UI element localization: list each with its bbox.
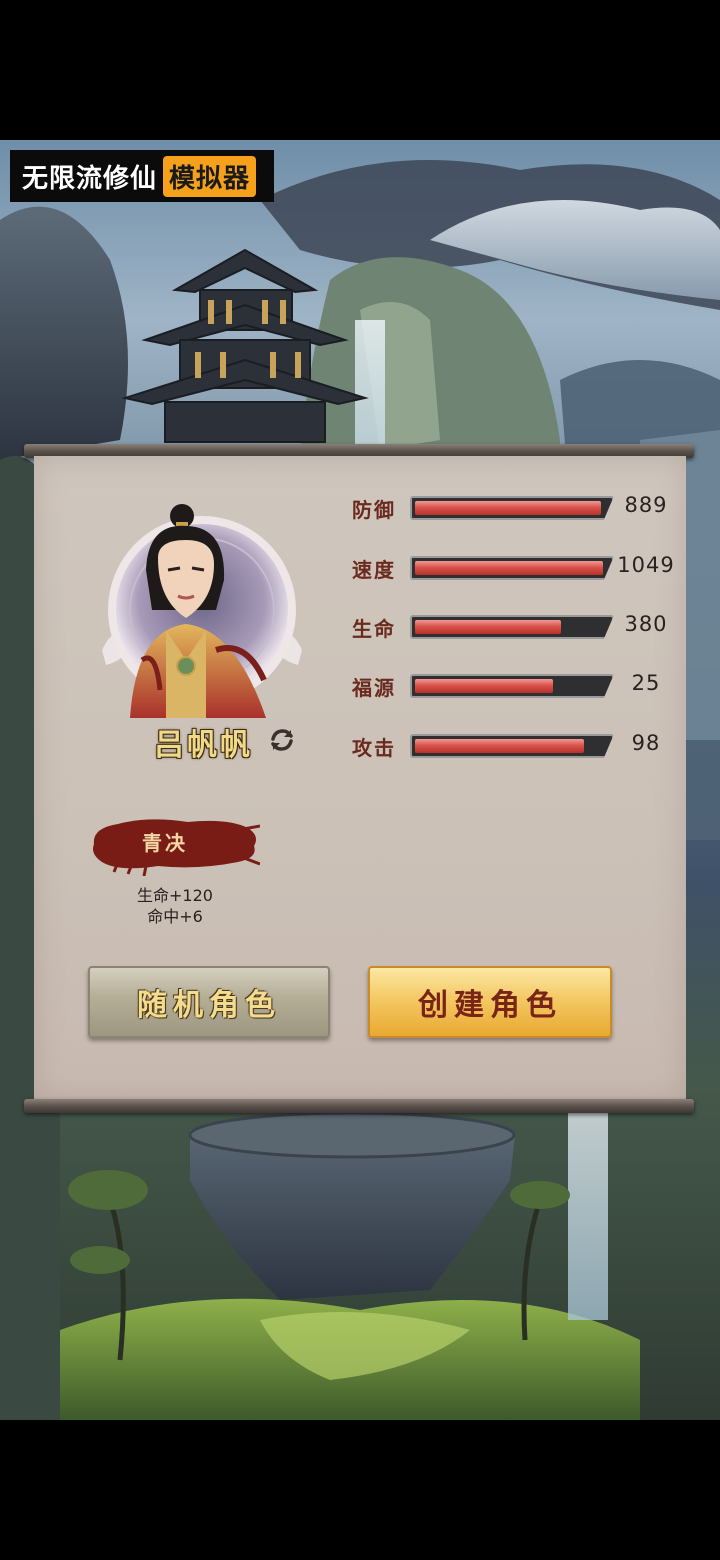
app-title-badge: 无限流修仙 模拟器: [10, 150, 274, 202]
stat-fill: [415, 739, 584, 753]
stat-bar: [410, 674, 614, 698]
scroll-rod-bottom: [24, 1099, 694, 1113]
stat-label: 攻击: [352, 736, 396, 760]
stat-fill: [415, 561, 603, 575]
stat-bar: [410, 615, 614, 639]
app-title: 无限流修仙: [22, 163, 158, 194]
stat-label: 生命: [352, 617, 396, 641]
refresh-glyph: [271, 729, 293, 751]
top-black-bar: [0, 0, 720, 140]
stat-value: 380: [624, 612, 668, 636]
app-title-tag: 模拟器: [163, 155, 257, 197]
refresh-icon[interactable]: [268, 726, 296, 754]
stat-label: 防御: [352, 498, 396, 522]
character-portrait: [96, 500, 308, 718]
trait-name: 青决: [142, 831, 188, 855]
stat-label: 速度: [352, 558, 396, 582]
stat-value: 1049: [617, 553, 675, 577]
stat-row-defense: 防御 889: [352, 490, 682, 526]
stat-label: 福源: [352, 676, 396, 700]
stat-bar: [410, 734, 614, 758]
stat-row-fortune: 福源 25: [352, 668, 682, 704]
stat-bar: [410, 496, 614, 520]
stat-row-life: 生命 380: [352, 609, 682, 645]
stat-value: 25: [631, 671, 661, 695]
stat-value: 98: [631, 731, 661, 755]
stat-fill: [415, 679, 553, 693]
stat-value: 889: [624, 493, 668, 517]
stat-row-speed: 速度 1049: [352, 550, 682, 586]
stat-bar: [410, 556, 614, 580]
random-character-button[interactable]: 随机角色: [88, 966, 330, 1038]
portrait-illustration: [102, 504, 302, 718]
stat-row-attack: 攻击 98: [352, 728, 682, 764]
bottom-black-bar: [0, 1420, 720, 1560]
character-name: 吕帆帆: [154, 728, 253, 763]
create-character-button[interactable]: 创建角色: [368, 966, 612, 1038]
stat-fill: [415, 501, 601, 515]
stat-fill: [415, 620, 561, 634]
trait-effect: 命中+6: [147, 907, 203, 926]
